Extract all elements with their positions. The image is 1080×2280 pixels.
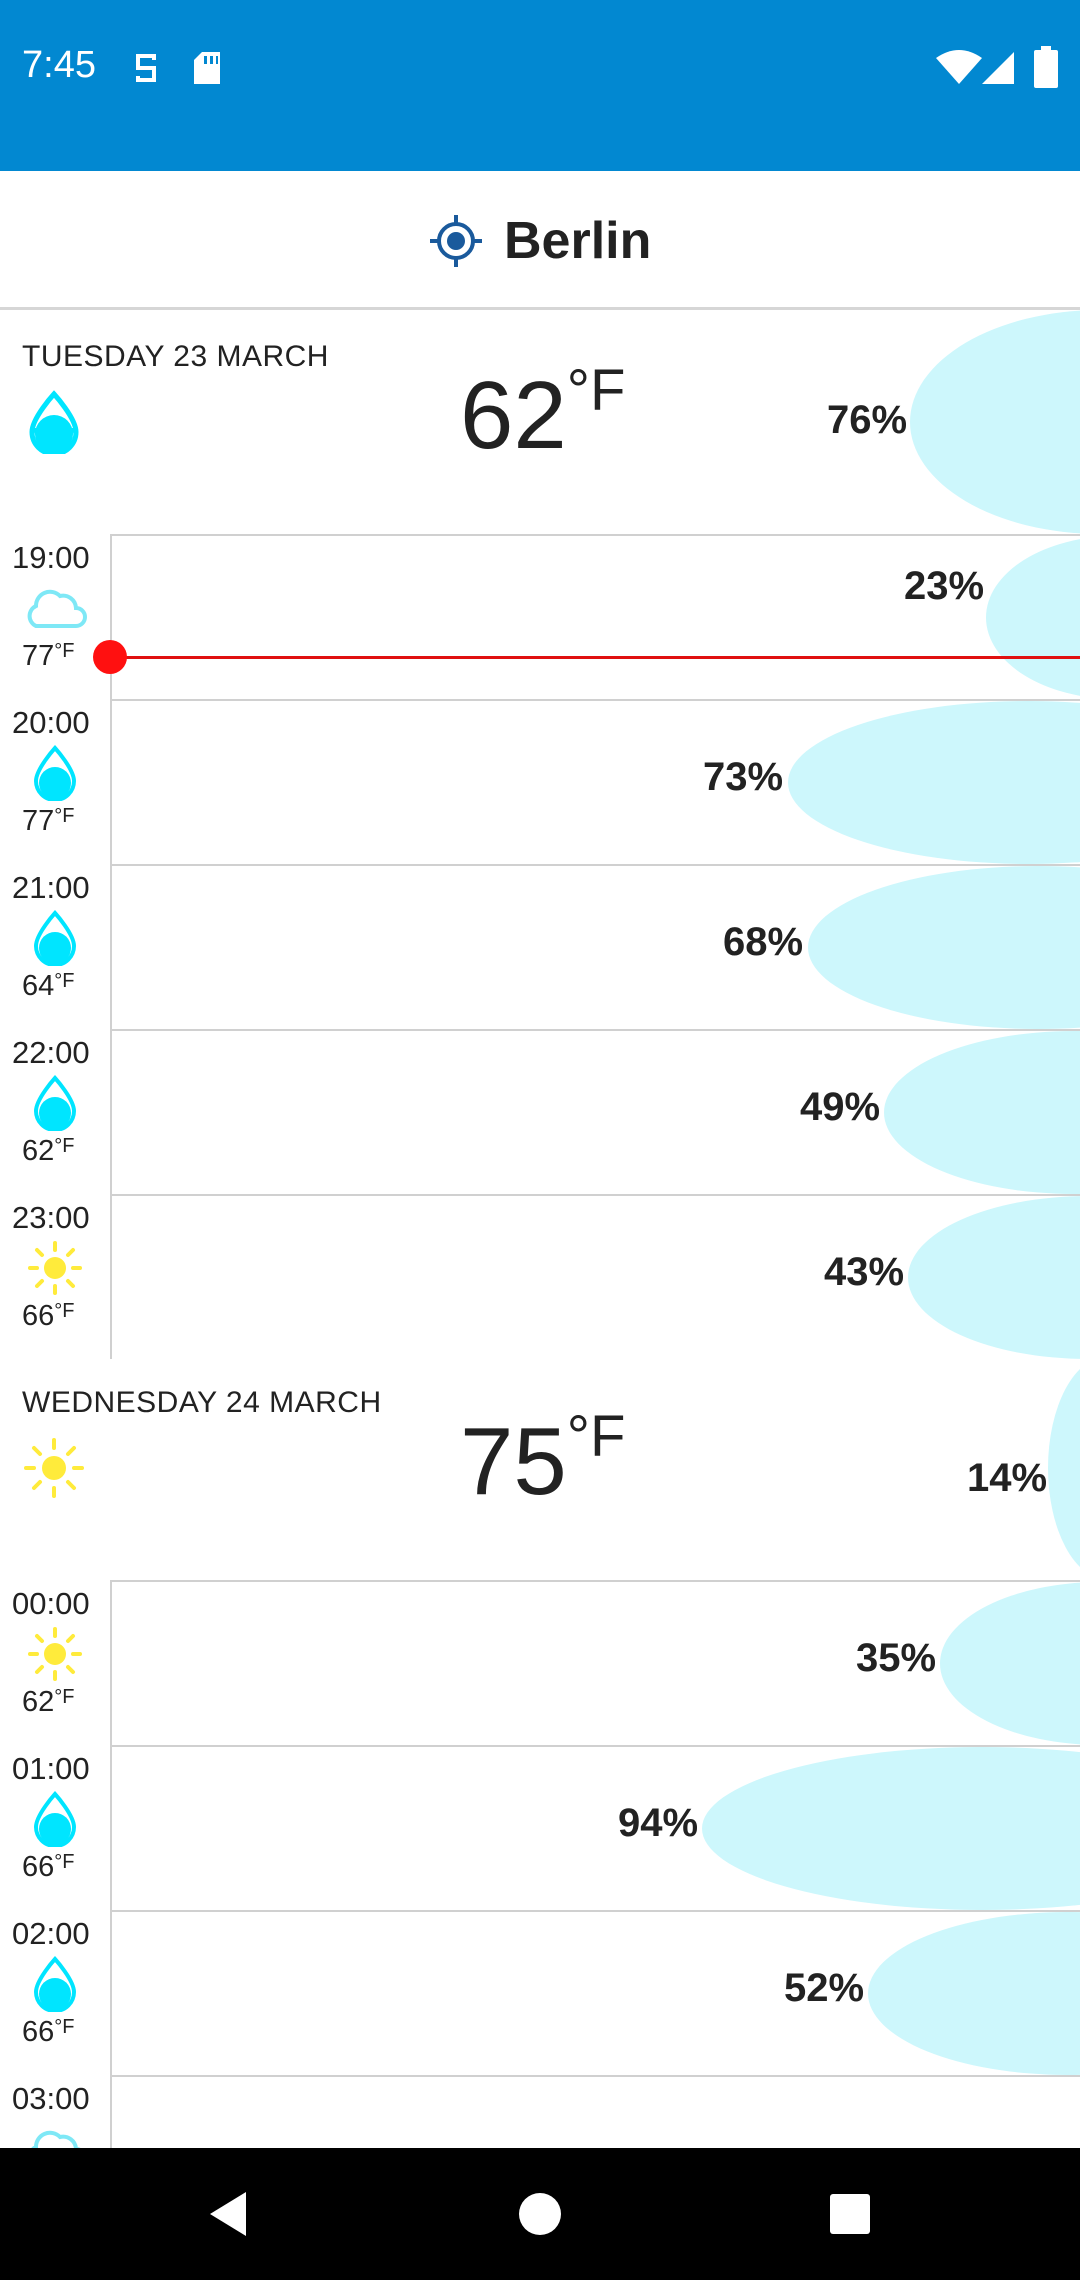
current-time-line (110, 656, 1080, 659)
hour-time: 23:00 (12, 1200, 90, 1235)
hour-rain-probability: 35% (856, 1636, 937, 1680)
rain-probability-bar (1048, 1356, 1080, 1580)
recents-icon[interactable] (820, 2184, 880, 2244)
location-target-icon[interactable] (430, 215, 482, 267)
hour-rain-probability: 73% (703, 755, 784, 799)
hour-time: 19:00 (12, 540, 90, 575)
hour-time: 03:00 (12, 2081, 90, 2116)
rain-probability-bar (908, 1196, 1080, 1359)
hour-temperature: 77°F (22, 640, 75, 672)
hour-time: 01:00 (12, 1751, 90, 1786)
current-time-marker (93, 640, 127, 674)
rain-drop-icon (33, 745, 77, 801)
sd-card-icon (194, 52, 220, 84)
sun-icon (28, 1241, 82, 1295)
hour-rain-probability: 68% (723, 920, 804, 964)
day-header[interactable]: WEDNESDAY 24 MARCH 75°F 14% (0, 1356, 1080, 1580)
day-header[interactable]: TUESDAY 23 MARCH 62°F 76% (0, 310, 1080, 534)
day-label: TUESDAY 23 MARCH (22, 340, 329, 373)
rain-probability-bar (808, 866, 1080, 1029)
hour-rain-probability: 43% (824, 1250, 905, 1294)
hour-row[interactable]: 03:00 (0, 2075, 1080, 2148)
hour-time: 21:00 (12, 870, 90, 905)
hour-rain-probability: 94% (618, 1801, 699, 1845)
rain-drop-icon (33, 1075, 77, 1131)
hour-temperature: 66°F (22, 1300, 75, 1332)
rain-probability-bar (868, 1912, 1080, 2075)
rain-probability-bar (910, 310, 1080, 534)
hour-temperature: 66°F (22, 2016, 75, 2048)
hour-temperature: 77°F (22, 805, 75, 837)
hour-temperature: 66°F (22, 1851, 75, 1883)
hour-row[interactable]: 23:00 66°F 43% (0, 1194, 1080, 1359)
day-temperature: 62°F (460, 358, 626, 469)
rain-drop-icon (33, 1791, 77, 1847)
forecast-list[interactable]: TUESDAY 23 MARCH 62°F 76% 19:00 77°F 23%… (0, 310, 1080, 2148)
cell-signal-icon (982, 52, 1014, 84)
cloud-icon (31, 2130, 81, 2148)
day-rain-probability: 76% (827, 398, 908, 442)
rain-drop-icon (33, 910, 77, 966)
location-header[interactable]: Berlin (0, 171, 1080, 310)
hour-time: 20:00 (12, 705, 90, 740)
hour-row[interactable]: 19:00 77°F 23% (0, 534, 1080, 699)
hour-row[interactable]: 01:00 66°F 94% (0, 1745, 1080, 1910)
hour-temperature: 64°F (22, 970, 75, 1002)
rain-probability-bar (884, 1031, 1080, 1194)
day-temperature: 75°F (460, 1404, 626, 1515)
navigation-bar (0, 2148, 1080, 2280)
day-label: WEDNESDAY 24 MARCH (22, 1386, 382, 1419)
back-icon[interactable] (202, 2184, 262, 2244)
hour-row[interactable]: 20:00 77°F 73% (0, 699, 1080, 864)
sim-toolkit-icon (136, 54, 156, 82)
hour-rain-probability: 23% (904, 564, 985, 608)
day-rain-probability: 14% (967, 1456, 1048, 1500)
hour-time: 00:00 (12, 1586, 90, 1621)
city-name: Berlin (504, 212, 652, 270)
hour-time: 02:00 (12, 1916, 90, 1951)
status-time: 7:45 (22, 44, 96, 86)
sun-icon (28, 1627, 82, 1681)
status-bar: 7:45 (0, 0, 1080, 171)
hour-rain-probability: 49% (800, 1085, 881, 1129)
battery-icon (1034, 46, 1058, 88)
hour-row[interactable]: 00:00 62°F 35% (0, 1580, 1080, 1745)
rain-probability-bar (788, 701, 1080, 864)
home-icon[interactable] (510, 2184, 570, 2244)
hour-row[interactable]: 21:00 64°F 68% (0, 864, 1080, 1029)
rain-drop-icon (33, 1956, 77, 2012)
hour-time: 22:00 (12, 1035, 90, 1070)
cloud-icon (27, 589, 87, 628)
hour-row[interactable]: 02:00 66°F 52% (0, 1910, 1080, 2075)
rain-drop-icon (29, 390, 79, 454)
rain-probability-bar (702, 1747, 1080, 1910)
hour-temperature: 62°F (22, 1686, 75, 1718)
hour-row[interactable]: 22:00 62°F 49% (0, 1029, 1080, 1194)
rain-probability-bar (986, 536, 1080, 699)
sun-icon (24, 1438, 84, 1498)
hour-temperature: 62°F (22, 1135, 75, 1167)
wifi-icon (936, 50, 982, 84)
rain-probability-bar (940, 1582, 1080, 1745)
hour-rain-probability: 52% (784, 1966, 865, 2010)
